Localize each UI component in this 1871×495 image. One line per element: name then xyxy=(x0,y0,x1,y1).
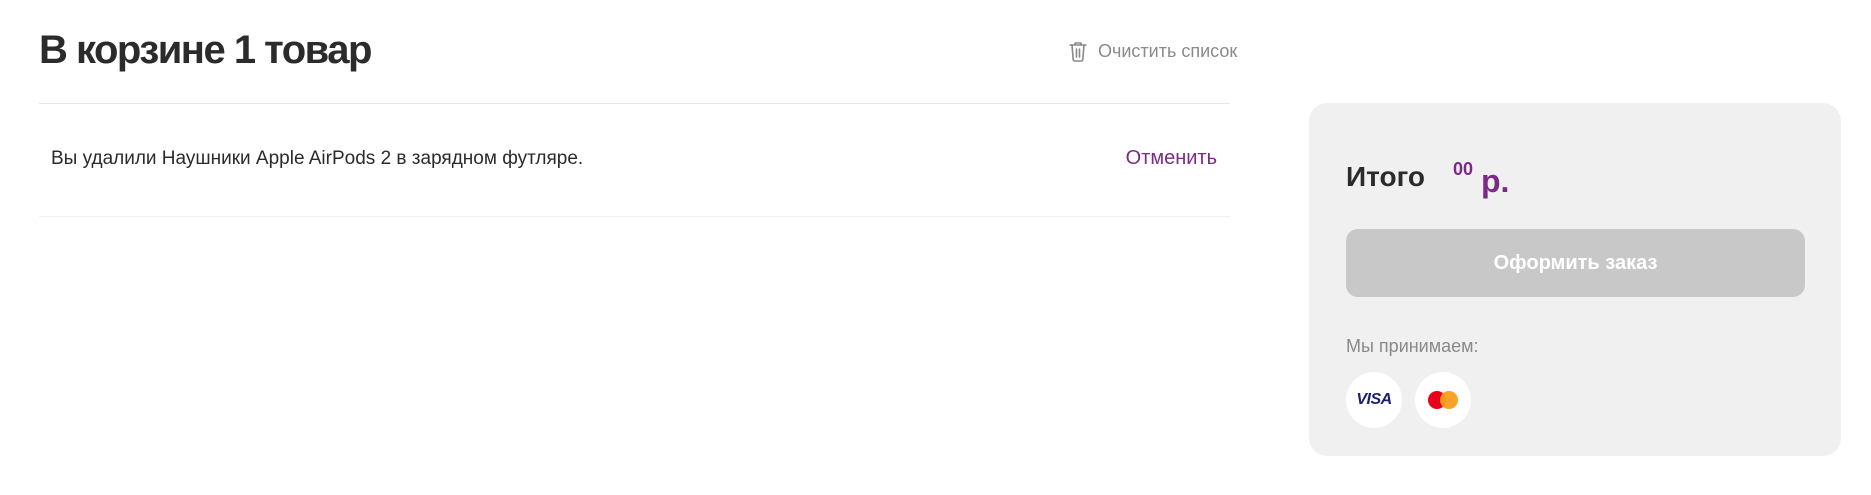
payment-methods-label: Мы принимаем: xyxy=(1346,336,1479,356)
total-row: Итого 00 р. xyxy=(1346,157,1509,200)
mastercard-icon xyxy=(1415,372,1471,428)
clear-list-label: Очистить список xyxy=(1098,40,1238,61)
total-currency: р. xyxy=(1481,163,1510,199)
divider xyxy=(39,103,1230,104)
order-summary-panel: Итого 00 р. Оформить заказ Мы принимаем:… xyxy=(1309,103,1841,456)
total-price: 00 р. xyxy=(1453,157,1509,200)
total-label: Итого xyxy=(1346,161,1425,192)
clear-list-button[interactable]: Очистить список xyxy=(1068,40,1237,62)
total-kopecks: 00 xyxy=(1452,159,1473,179)
divider xyxy=(39,216,1230,217)
removed-item-text: Вы удалили Наушники Apple AirPods 2 в за… xyxy=(51,147,584,169)
visa-icon: VISA xyxy=(1346,372,1402,428)
checkout-button[interactable]: Оформить заказ xyxy=(1346,229,1805,297)
visa-logo-text: VISA xyxy=(1356,391,1392,408)
trash-icon xyxy=(1068,40,1088,62)
removed-item-notice: Вы удалили Наушники Apple AirPods 2 в за… xyxy=(51,147,1217,170)
page-title: В корзине 1 товар xyxy=(39,28,372,72)
payment-methods: VISA xyxy=(1346,372,1471,428)
undo-link[interactable]: Отменить xyxy=(1126,147,1217,170)
